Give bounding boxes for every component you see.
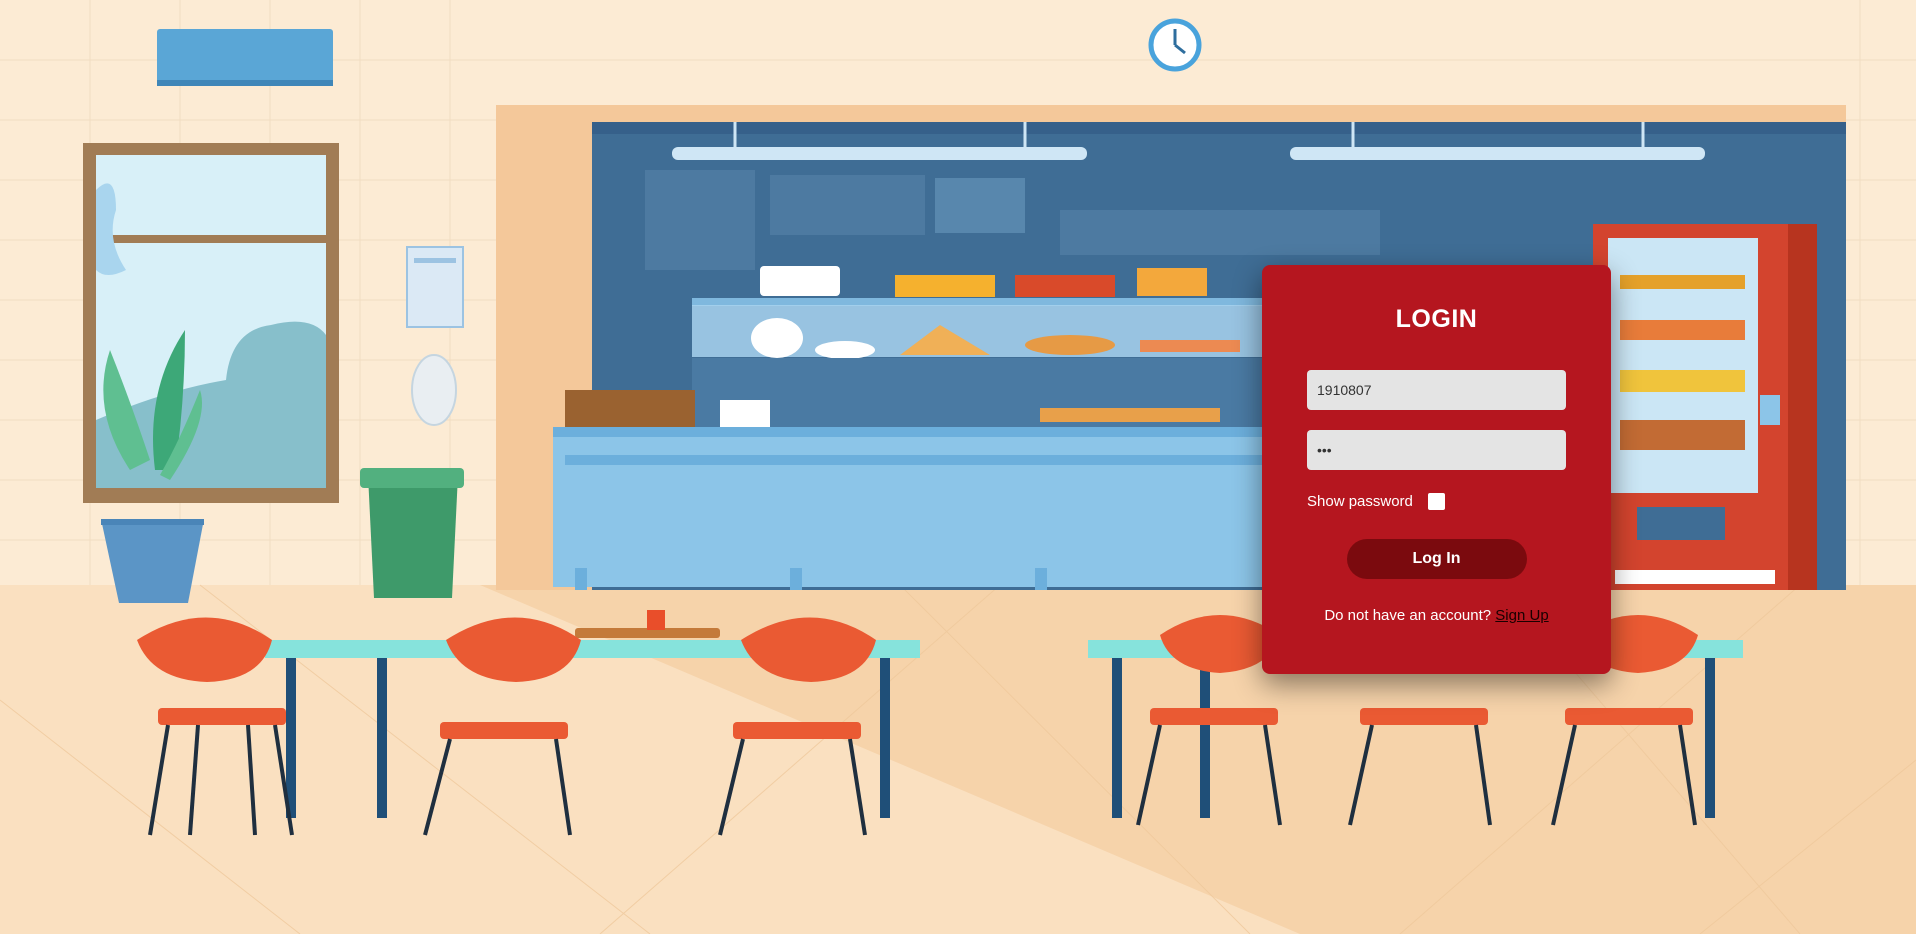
login-card: LOGIN Show password Log In Do not have a… <box>1262 265 1611 674</box>
show-password-checkbox[interactable] <box>1427 492 1445 510</box>
login-title: LOGIN <box>1395 305 1478 333</box>
show-password-row: Show password <box>1307 491 1566 511</box>
cafeteria-background <box>0 0 1916 934</box>
signup-prompt: Do not have an account? Sign Up <box>1307 607 1566 624</box>
show-password-label: Show password <box>1307 492 1413 510</box>
no-account-text: Do not have an account? <box>1324 607 1492 624</box>
login-button[interactable]: Log In <box>1346 539 1527 579</box>
signup-link[interactable]: Sign Up <box>1495 607 1548 624</box>
username-input[interactable] <box>1307 370 1566 410</box>
password-input[interactable] <box>1307 430 1566 470</box>
